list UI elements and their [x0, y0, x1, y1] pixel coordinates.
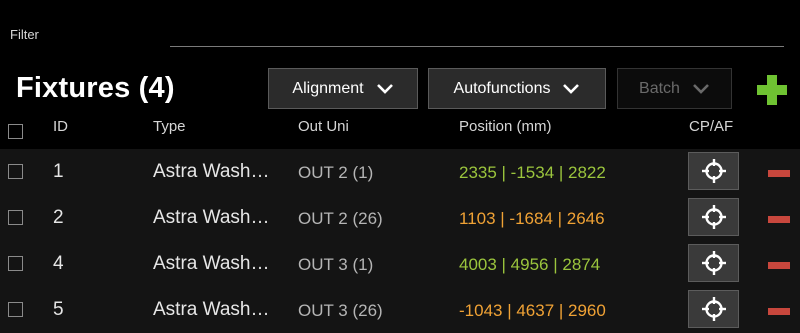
crosshair-icon	[701, 205, 726, 229]
alignment-dropdown-button[interactable]: Alignment	[268, 68, 418, 109]
remove-fixture-button[interactable]	[768, 216, 790, 223]
crosshair-icon	[701, 297, 726, 321]
row-checkbox[interactable]	[8, 302, 23, 317]
chevron-down-icon	[376, 83, 393, 94]
remove-fixture-button[interactable]	[768, 262, 790, 269]
cp-af-button[interactable]	[688, 244, 739, 282]
header-id: ID	[53, 118, 68, 135]
select-all-checkbox[interactable]	[8, 124, 23, 139]
autofunctions-dropdown-button[interactable]: Autofunctions	[428, 68, 606, 109]
header-cp-af: CP/AF	[689, 118, 734, 135]
fixture-id: 2	[53, 207, 64, 228]
table-header: ID Type Out Uni Position (mm) CP/AF	[0, 118, 800, 148]
remove-fixture-button[interactable]	[768, 308, 790, 315]
fixture-id: 5	[53, 299, 64, 320]
crosshair-icon	[701, 251, 726, 275]
fixture-out-uni: OUT 2 (1)	[298, 163, 374, 182]
header-out-uni: Out Uni	[298, 118, 349, 135]
fixture-position: 4003 | 4956 | 2874	[459, 255, 601, 274]
fixture-type: Astra Wash…	[153, 253, 270, 274]
batch-label: Batch	[639, 79, 680, 97]
alignment-label: Alignment	[292, 79, 364, 97]
fixture-id: 1	[53, 161, 64, 182]
remove-fixture-button[interactable]	[768, 170, 790, 177]
batch-dropdown-button[interactable]: Batch	[617, 68, 732, 109]
cp-af-button[interactable]	[688, 152, 739, 190]
autofunctions-label: Autofunctions	[453, 79, 551, 97]
header-position: Position (mm)	[459, 118, 552, 135]
fixture-id: 4	[53, 253, 64, 274]
cp-af-button[interactable]	[688, 198, 739, 236]
table-row[interactable]: 5 Astra Wash… OUT 3 (26) -1043 | 4637 | …	[0, 287, 800, 333]
fixture-type: Astra Wash…	[153, 207, 270, 228]
header-type: Type	[153, 118, 186, 135]
fixture-out-uni: OUT 3 (26)	[298, 301, 383, 320]
row-checkbox[interactable]	[8, 164, 23, 179]
table-row[interactable]: 2 Astra Wash… OUT 2 (26) 1103 | -1684 | …	[0, 195, 800, 241]
fixture-out-uni: OUT 3 (1)	[298, 255, 374, 274]
crosshair-icon	[701, 159, 726, 183]
filter-input[interactable]	[170, 26, 784, 47]
row-checkbox[interactable]	[8, 256, 23, 271]
fixture-position: 1103 | -1684 | 2646	[459, 209, 605, 228]
fixture-type: Astra Wash…	[153, 299, 270, 320]
filter-label: Filter	[10, 27, 39, 42]
fixtures-table: 1 Astra Wash… OUT 2 (1) 2335 | -1534 | 2…	[0, 149, 800, 333]
fixture-position: 2335 | -1534 | 2822	[459, 163, 606, 182]
cp-af-button[interactable]	[688, 290, 739, 328]
page-title: Fixtures (4)	[16, 72, 175, 104]
add-fixture-button[interactable]	[757, 75, 787, 105]
row-checkbox[interactable]	[8, 210, 23, 225]
chevron-down-icon	[693, 83, 709, 94]
fixture-out-uni: OUT 2 (26)	[298, 209, 383, 228]
table-row[interactable]: 4 Astra Wash… OUT 3 (1) 4003 | 4956 | 28…	[0, 241, 800, 287]
fixture-position: -1043 | 4637 | 2960	[459, 301, 606, 320]
fixture-type: Astra Wash…	[153, 161, 270, 182]
table-row[interactable]: 1 Astra Wash… OUT 2 (1) 2335 | -1534 | 2…	[0, 149, 800, 195]
chevron-down-icon	[563, 83, 580, 94]
